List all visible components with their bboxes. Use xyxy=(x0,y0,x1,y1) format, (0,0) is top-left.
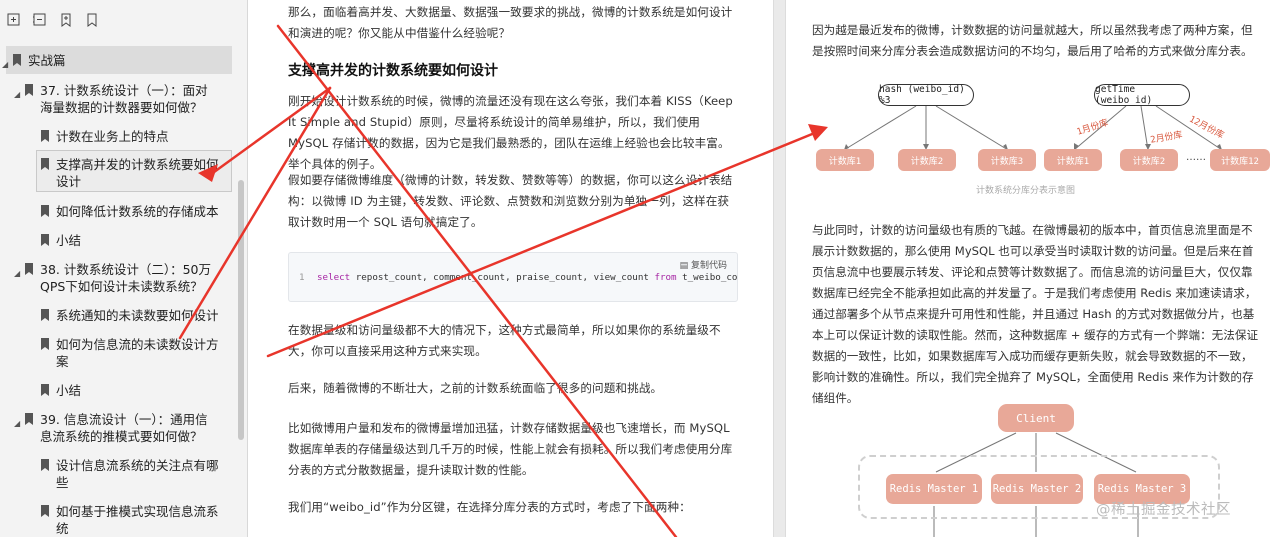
line-number: 1 xyxy=(299,272,305,283)
db-node: 计数库3 xyxy=(978,149,1036,171)
sidebar-item[interactable]: 系统通知的未读数要如何设计 xyxy=(40,307,226,324)
sidebar-item-38[interactable]: ◢ 38. 计数系统设计（二）：50万QPS下如何设计未读数系统？ xyxy=(14,261,216,295)
paragraph: 我们用“weibo_id”作为分区键，在选择分库分表的方式时，考虑了下面两种： xyxy=(288,500,691,514)
hash-node: hash (weibo_id) %3 xyxy=(878,84,974,106)
add-bookmark-icon[interactable] xyxy=(58,12,74,28)
collapse-all-icon[interactable] xyxy=(32,12,48,28)
redis-node: Redis Master 2 xyxy=(991,474,1083,504)
bookmark-icon xyxy=(25,263,33,275)
sidebar-item[interactable]: 设计信息流系统的关注点有哪些 xyxy=(40,457,220,491)
bookmark-icon xyxy=(41,205,49,217)
db-node: 计数库12 xyxy=(1210,149,1270,171)
gettime-node: getTime (weibo_id) xyxy=(1094,84,1190,106)
sidebar-item[interactable]: 小结 xyxy=(40,232,226,249)
bookmark-icon xyxy=(41,459,49,471)
page-gap xyxy=(773,0,786,537)
collapse-caret-icon[interactable]: ◢ xyxy=(2,56,12,73)
sidebar-item[interactable]: 小结 xyxy=(40,382,226,399)
bookmark-icon xyxy=(41,130,49,142)
bookmark-icon xyxy=(25,413,33,425)
bookmark-icon xyxy=(41,158,49,170)
collapse-caret-icon[interactable]: ◢ xyxy=(14,415,24,432)
sidebar-scrollbar[interactable] xyxy=(238,180,244,440)
bookmark-icon xyxy=(41,309,49,321)
db-node: 计数库2 xyxy=(898,149,956,171)
bookmark-sidebar: ◢ 实战篇 ◢ 37. 计数系统设计（一）：面对海量数据的计数器要如何做？ 计数… xyxy=(0,0,248,537)
paragraph: 那么，面临着高并发、大数据量、数据强一致要求的挑战，微博的计数系统是如何设计和演… xyxy=(288,5,733,40)
bookmark-icon xyxy=(41,338,49,350)
paragraph: 刚开始设计计数系统的时候，微博的流量还没有现在这么夸张，我们本着 KISS（Ke… xyxy=(288,94,733,171)
bookmark-icon xyxy=(25,84,33,96)
code-line: select repost_count, comment_count, prai… xyxy=(317,272,738,283)
sidebar-item[interactable]: 如何降低计数系统的存储成本 xyxy=(40,203,226,220)
sidebar-item-selected[interactable]: 支撑高并发的计数系统要如何设计 xyxy=(40,156,220,190)
sidebar-toolbar xyxy=(0,0,247,40)
copy-code-button[interactable]: ▤ 复制代码 xyxy=(680,258,727,271)
paragraph: 后来，随着微博的不断壮大，之前的计数系统面临了很多的问题和挑战。 xyxy=(288,381,663,395)
ellipsis: …… xyxy=(1186,152,1206,163)
paragraph: 比如微博用户量和发布的微博量增加迅猛，计数存储数据量级也飞速增长，而 MySQL… xyxy=(288,421,733,477)
sidebar-item-39[interactable]: ◢ 39. 信息流设计（一）：通用信息流系统的推模式要如何做？ xyxy=(14,411,216,445)
watermark: @稀土掘金技术社区 xyxy=(1096,502,1231,518)
collapse-caret-icon[interactable]: ◢ xyxy=(14,86,24,103)
redis-node: Redis Master 1 xyxy=(886,474,982,504)
db-node: 计数库2 xyxy=(1120,149,1178,171)
diagram-caption: 计数系统分库分表示意图 xyxy=(976,186,1076,196)
db-node: 计数库1 xyxy=(1044,149,1102,171)
sidebar-item[interactable]: 计数在业务上的特点 xyxy=(40,128,226,145)
bookmark-icon xyxy=(13,54,21,66)
expand-all-icon[interactable] xyxy=(6,12,22,28)
bookmark-icon xyxy=(41,384,49,396)
paragraph: 与此同时，计数的访问量级也有质的飞越。在微博最初的版本中，首页信息流里面是不展示… xyxy=(812,223,1259,405)
sidebar-item[interactable]: 如何为信息流的未读数设计方案 xyxy=(40,336,220,370)
document-page-left: 那么，面临着高并发、大数据量、数据强一致要求的挑战，微博的计数系统是如何设计和演… xyxy=(249,0,773,537)
bookmark-icon xyxy=(41,234,49,246)
sidebar-item[interactable]: 如何基于推模式实现信息流系统 xyxy=(40,503,220,537)
document-page-right: 因为越是最近发布的微博，计数数据的访问量就越大，所以虽然我考虑了两种方案，但是按… xyxy=(786,0,1274,537)
paragraph: 在数据量级和访问量级都不大的情况下，这种方式最简单，所以如果你的系统量级不大，你… xyxy=(288,323,721,358)
sidebar-section[interactable]: ◢ 实战篇 xyxy=(2,52,198,73)
db-node: 计数库1 xyxy=(816,149,874,171)
code-block: ▤ 复制代码 1 select repost_count, comment_co… xyxy=(288,252,738,302)
paragraph: 假如要存储微博维度（微博的计数，转发数、赞数等等）的数据，你可以这么设计表结构：… xyxy=(288,173,733,229)
bookmark-icon[interactable] xyxy=(84,12,100,28)
collapse-caret-icon[interactable]: ◢ xyxy=(14,265,24,282)
bookmark-icon xyxy=(41,505,49,517)
client-node: Client xyxy=(998,404,1074,432)
section-heading: 支撑高并发的计数系统要如何设计 xyxy=(288,63,498,79)
sidebar-item-37[interactable]: ◢ 37. 计数系统设计（一）：面对海量数据的计数器要如何做？ xyxy=(14,82,216,116)
